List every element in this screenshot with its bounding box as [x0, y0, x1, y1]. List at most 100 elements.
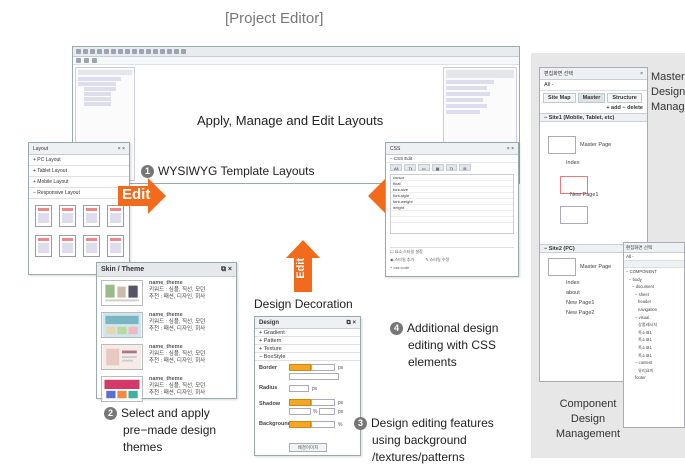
layout-template[interactable] — [107, 235, 124, 257]
page-about[interactable]: about — [566, 290, 580, 296]
comp-dropdown[interactable]: All - — [624, 253, 684, 261]
master-page-thumb[interactable] — [548, 258, 576, 276]
css-tab[interactable]: Tt — [445, 164, 458, 171]
toolbar-icon[interactable] — [104, 49, 109, 54]
step4-line3: elements — [408, 355, 457, 369]
skin-panel-header: Skin / Theme ⧉ × — [97, 263, 236, 277]
css-tab[interactable]: ▭ — [418, 164, 430, 171]
layout-panel: Layout × × + PC Layout + Tablet Layout +… — [28, 142, 130, 275]
css-panel-header: CSS × × — [386, 143, 518, 155]
theme-name: name_theme — [149, 280, 183, 286]
site-dropdown[interactable]: All - — [540, 80, 647, 91]
theme-item[interactable]: name_theme 키워드 : 심플, 직선, 모던 추천 : 패션, 디자인… — [101, 280, 232, 309]
layout-template[interactable] — [59, 205, 76, 227]
master-page-label[interactable]: Master Page — [580, 264, 611, 270]
layout-template[interactable] — [59, 235, 76, 257]
shadow-blur-input[interactable] — [319, 408, 335, 415]
layout-item-mobile[interactable]: + Mobile Layout — [29, 177, 129, 188]
background-opacity-input[interactable] — [311, 421, 335, 428]
toolbar-icon[interactable] — [76, 58, 81, 63]
background-image-button[interactable]: 배경이미지 — [289, 443, 327, 452]
section-boxstyle[interactable]: − BoxStyle — [255, 353, 360, 361]
tab-master[interactable]: Master — [577, 93, 606, 103]
layout-item-pc[interactable]: + PC Layout — [29, 155, 129, 166]
layout-template[interactable] — [83, 235, 100, 257]
shadow-opacity-input[interactable] — [289, 408, 311, 415]
css-tab[interactable]: Tt — [404, 164, 417, 171]
step3-line2: using background — [372, 433, 467, 447]
theme-item[interactable]: name_theme 키워드 : 심플, 직선, 모던 추천 : 패션, 디자인… — [101, 344, 232, 373]
layout-template[interactable] — [35, 235, 52, 257]
toolbar-icon[interactable] — [181, 49, 186, 54]
section-gradient[interactable]: + Gradient — [255, 329, 360, 337]
step-number: 1 — [141, 164, 154, 178]
toolbar-icon[interactable] — [76, 49, 81, 54]
toolbar-icon[interactable] — [92, 58, 97, 63]
css-tab[interactable]: ⊞ — [459, 164, 471, 171]
toolbar-icon[interactable] — [153, 49, 158, 54]
shadow-size-input[interactable] — [311, 399, 335, 406]
master-page-label[interactable]: Master Page — [580, 142, 611, 148]
toolbar-icon[interactable] — [111, 49, 116, 54]
theme-name: name_theme — [149, 376, 183, 382]
toolbar-icon[interactable] — [83, 49, 88, 54]
border-style-select[interactable] — [289, 373, 339, 380]
section-texture[interactable]: + Texture — [255, 345, 360, 353]
component-tree[interactable]: − COMPONENT − body − document − sheet he… — [624, 268, 684, 382]
css-tab[interactable]: ▦ — [431, 164, 444, 171]
close-icon[interactable]: × × — [507, 143, 514, 154]
master-design-caption: Master Design Manage — [651, 71, 685, 113]
css-tab[interactable]: All — [390, 164, 403, 171]
add-delete-actions[interactable]: + add − delete — [540, 105, 647, 113]
theme-thumbnail — [101, 376, 143, 402]
page-thumb[interactable] — [560, 206, 588, 224]
page-new2[interactable]: New Page2 — [566, 310, 594, 316]
layout-template[interactable] — [83, 205, 100, 227]
toolbar-icon[interactable] — [118, 49, 123, 54]
page-index[interactable]: Index — [566, 280, 579, 286]
theme-item[interactable]: name_theme 키워드 : 심플, 직선, 모던 추천 : 패션, 디자인… — [101, 312, 232, 341]
page-new1[interactable]: New Page1 — [566, 300, 594, 306]
close-icon[interactable]: × — [640, 68, 643, 79]
toolbar-icon[interactable] — [125, 49, 130, 54]
theme-name: name_theme — [149, 312, 183, 318]
layout-template[interactable] — [35, 205, 52, 227]
border-width-input[interactable] — [311, 364, 335, 371]
toolbar-icon[interactable] — [167, 49, 172, 54]
toolbar-icon[interactable] — [160, 49, 165, 54]
step-number: 3 — [354, 417, 367, 430]
step2-caption: 2 Select and apply pre−made design theme… — [104, 405, 216, 456]
tab-structure[interactable]: Structure — [607, 93, 642, 103]
toolbar-icon[interactable] — [146, 49, 151, 54]
border-color-swatch[interactable] — [289, 364, 311, 371]
site1-header[interactable]: − Site1 (Mobile, Tablet, etc) — [540, 113, 647, 122]
window-icons[interactable]: ⧉ × — [221, 263, 232, 276]
toolbar-icon[interactable] — [90, 49, 95, 54]
master-page-thumb[interactable] — [548, 136, 576, 154]
layout-item-tablet[interactable]: + Tablet Layout — [29, 166, 129, 177]
background-color-swatch[interactable] — [289, 421, 311, 428]
layout-item-responsive[interactable]: − Responsive Layout — [29, 188, 129, 199]
page-new1[interactable]: New Page1 — [570, 192, 598, 198]
radius-row: Radius px — [259, 385, 318, 392]
theme-keywords: 키워드 : 심플, 직선, 모던 — [149, 351, 206, 357]
css-footer: ☐ 요소 스타일 설정 ◉ 스타일 추가 ✎ 스타일 수정 + css code — [390, 247, 514, 272]
theme-item[interactable]: name_theme 키워드 : 심플, 직선, 모던 추천 : 패션, 디자인… — [101, 376, 232, 405]
border-label: Border — [259, 365, 278, 371]
toolbar-icon[interactable] — [139, 49, 144, 54]
toolbar-icon[interactable] — [174, 49, 179, 54]
theme-thumbnail — [101, 312, 143, 338]
shadow-color-swatch[interactable] — [289, 399, 311, 406]
site-panel-title: 편집화면 선택 — [544, 71, 573, 77]
css-edit-section[interactable]: − CSS Edit — [386, 155, 518, 163]
close-icon[interactable]: × × — [118, 143, 125, 154]
toolbar-icon[interactable] — [84, 58, 89, 63]
tab-site-map[interactable]: Site Map — [543, 93, 576, 103]
radius-input[interactable] — [289, 385, 309, 392]
css-property-grid[interactable]: cursor float font-size font-style font-w… — [390, 174, 514, 234]
toolbar-icon[interactable] — [97, 49, 102, 54]
toolbar-icon[interactable] — [132, 49, 137, 54]
window-icons[interactable]: ⧉ × — [347, 317, 356, 328]
section-pattern[interactable]: + Pattern — [255, 337, 360, 345]
page-index[interactable]: Index — [566, 160, 579, 166]
